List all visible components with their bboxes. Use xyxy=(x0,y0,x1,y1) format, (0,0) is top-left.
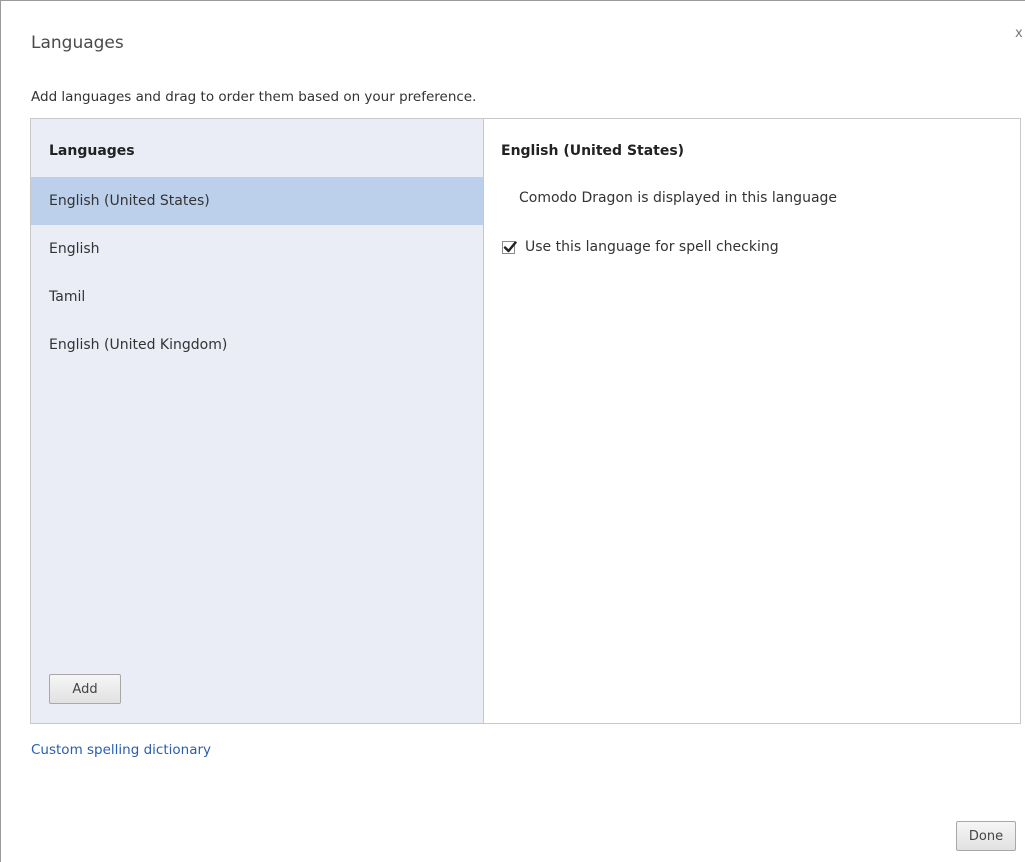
checkmark-icon xyxy=(503,240,517,252)
display-language-note: Comodo Dragon is displayed in this langu… xyxy=(519,190,838,206)
language-details-pane: English (United States) Comodo Dragon is… xyxy=(484,119,1020,723)
close-icon[interactable]: x xyxy=(1015,27,1023,41)
language-item-english[interactable]: English xyxy=(31,225,483,273)
language-list-pane: Languages English (United States) Englis… xyxy=(31,119,484,723)
instructions-text: Add languages and drag to order them bas… xyxy=(31,89,477,105)
languages-panel: Languages English (United States) Englis… xyxy=(30,118,1021,724)
add-language-button[interactable]: Add xyxy=(49,674,121,704)
languages-dialog: Languages x Add languages and drag to or… xyxy=(0,0,1025,862)
done-button[interactable]: Done xyxy=(956,821,1016,851)
custom-spelling-dictionary-link[interactable]: Custom spelling dictionary xyxy=(31,742,211,758)
spell-check-label: Use this language for spell checking xyxy=(525,239,779,255)
spell-check-checkbox[interactable] xyxy=(502,240,517,254)
language-item-english-united-kingdom[interactable]: English (United Kingdom) xyxy=(31,321,483,369)
language-item-tamil[interactable]: Tamil xyxy=(31,273,483,321)
dialog-title: Languages xyxy=(31,33,124,53)
language-list-header: Languages xyxy=(49,143,135,159)
selected-language-title: English (United States) xyxy=(501,143,685,159)
language-list: English (United States) English Tamil En… xyxy=(31,177,483,369)
language-item-english-united-states[interactable]: English (United States) xyxy=(31,177,483,225)
spell-check-option[interactable]: Use this language for spell checking xyxy=(502,239,779,255)
